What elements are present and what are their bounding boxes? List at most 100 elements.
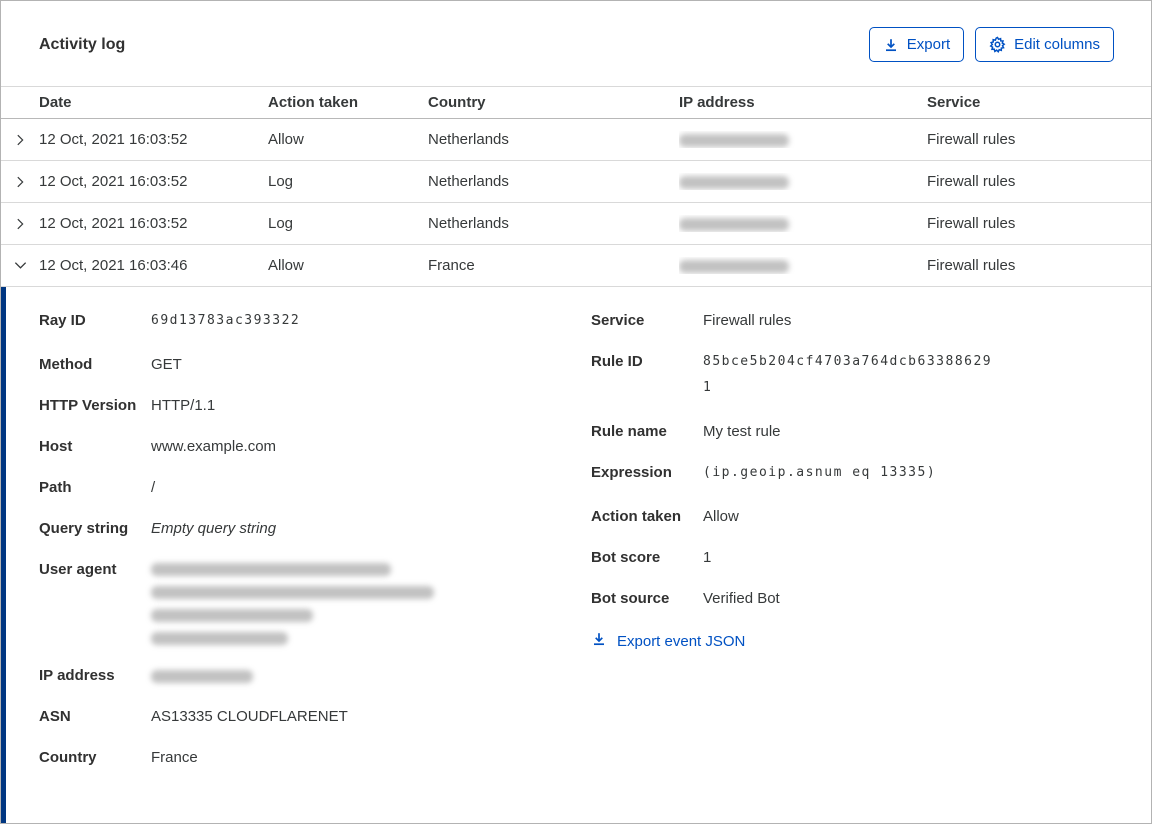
field-ip-address: IP address xyxy=(39,666,591,686)
cell-service: Firewall rules xyxy=(927,215,1016,232)
field-value: HTTP/1.1 xyxy=(151,397,216,414)
cell-country: Netherlands xyxy=(428,131,509,148)
cell-date: 12 Oct, 2021 16:03:52 xyxy=(39,173,188,190)
export-event-json-label: Export event JSON xyxy=(617,632,746,650)
cell-date: 12 Oct, 2021 16:03:52 xyxy=(39,131,188,148)
cell-date: 12 Oct, 2021 16:03:46 xyxy=(39,257,188,274)
field-value: France xyxy=(151,749,198,766)
field-country: Country France xyxy=(39,748,591,768)
download-icon xyxy=(591,631,607,651)
gear-icon xyxy=(989,36,1006,53)
field-label: Bot source xyxy=(591,590,670,607)
field-path: Path / xyxy=(39,478,591,498)
detail-left-column: Ray ID 69d13783ac393322 Method GET HTTP … xyxy=(39,311,591,789)
field-value: www.example.com xyxy=(151,438,277,455)
field-rule-name: Rule name My test rule xyxy=(591,422,1151,442)
cell-ip-address xyxy=(679,173,927,190)
column-header-service: Service xyxy=(927,94,981,111)
field-label: IP address xyxy=(39,667,115,684)
field-asn: ASN AS13335 CLOUDFLARENET xyxy=(39,707,591,727)
chevron-right-icon[interactable] xyxy=(1,133,39,147)
chevron-right-icon[interactable] xyxy=(1,217,39,231)
redacted-line xyxy=(151,609,313,622)
field-value: AS13335 CLOUDFLARENET xyxy=(151,708,348,725)
chevron-right-icon[interactable] xyxy=(1,175,39,189)
download-icon xyxy=(883,37,899,53)
field-rule-id: Rule ID 85bce5b204cf4703a764dcb633886291 xyxy=(591,352,1151,401)
field-label: Rule ID xyxy=(591,353,643,370)
field-value: Verified Bot xyxy=(703,590,780,607)
column-header-date: Date xyxy=(39,94,72,111)
table-row-expanded[interactable]: 12 Oct, 2021 16:03:46 Allow France Firew… xyxy=(1,245,1151,287)
cell-ip-address xyxy=(679,257,927,274)
detail-right-column: Service Firewall rules Rule ID 85bce5b20… xyxy=(591,311,1151,789)
field-label: Bot score xyxy=(591,549,661,566)
activity-log-panel: Activity log Export Edit columns Date Ac… xyxy=(0,0,1152,824)
redacted-line xyxy=(151,563,391,576)
topbar: Activity log Export Edit columns xyxy=(1,1,1151,86)
field-ray-id: Ray ID 69d13783ac393322 xyxy=(39,311,591,334)
cell-service: Firewall rules xyxy=(927,173,1016,190)
field-value: Firewall rules xyxy=(703,312,792,329)
table-header: Date Action taken Country IP address Ser… xyxy=(1,86,1151,119)
table-row[interactable]: 12 Oct, 2021 16:03:52 Log Netherlands Fi… xyxy=(1,203,1151,245)
column-header-action-taken: Action taken xyxy=(268,94,359,111)
field-label: Rule name xyxy=(591,423,667,440)
field-label: ASN xyxy=(39,708,71,725)
field-value: 69d13783ac393322 xyxy=(151,313,301,328)
export-button-label: Export xyxy=(906,36,951,53)
edit-columns-button[interactable]: Edit columns xyxy=(975,27,1114,62)
cell-country: France xyxy=(428,257,475,274)
field-user-agent: User agent xyxy=(39,560,591,645)
field-value: 1 xyxy=(703,549,712,566)
table-row[interactable]: 12 Oct, 2021 16:03:52 Log Netherlands Fi… xyxy=(1,161,1151,203)
cell-country: Netherlands xyxy=(428,173,509,190)
field-label: Path xyxy=(39,479,72,496)
cell-ip-address xyxy=(679,215,927,232)
redacted-line xyxy=(151,586,434,599)
redacted-user-agent xyxy=(151,560,591,645)
export-button[interactable]: Export xyxy=(868,27,965,62)
field-http-version: HTTP Version HTTP/1.1 xyxy=(39,396,591,416)
cell-action-taken: Allow xyxy=(268,257,304,274)
field-value: (ip.geoip.asnum eq 13335) xyxy=(703,465,937,480)
field-query-string: Query string Empty query string xyxy=(39,519,591,539)
redacted-ip xyxy=(679,217,789,231)
redacted-ip xyxy=(679,259,789,273)
field-value: / xyxy=(151,479,156,496)
table-row[interactable]: 12 Oct, 2021 16:03:52 Allow Netherlands … xyxy=(1,119,1151,161)
cell-action-taken: Allow xyxy=(268,131,304,148)
field-label: Method xyxy=(39,356,93,373)
field-service: Service Firewall rules xyxy=(591,311,1151,331)
redacted-line xyxy=(151,632,288,645)
field-method: Method GET xyxy=(39,355,591,375)
field-label: Action taken xyxy=(591,508,682,525)
column-header-ip-address: IP address xyxy=(679,94,755,111)
edit-columns-button-label: Edit columns xyxy=(1014,36,1100,53)
column-header-country: Country xyxy=(428,94,486,111)
field-value: Allow xyxy=(703,508,739,525)
field-label: HTTP Version xyxy=(39,397,137,414)
cell-date: 12 Oct, 2021 16:03:52 xyxy=(39,215,188,232)
export-event-json-link[interactable]: Export event JSON xyxy=(591,631,745,651)
cell-country: Netherlands xyxy=(428,215,509,232)
field-bot-source: Bot source Verified Bot xyxy=(591,589,1151,609)
field-label: Ray ID xyxy=(39,312,86,329)
cell-service: Firewall rules xyxy=(927,257,1016,274)
field-value: 85bce5b204cf4703a764dcb633886291 xyxy=(703,354,993,395)
page-title: Activity log xyxy=(39,35,126,53)
field-action-taken: Action taken Allow xyxy=(591,507,1151,527)
field-expression: Expression (ip.geoip.asnum eq 13335) xyxy=(591,463,1151,486)
field-label: User agent xyxy=(39,561,117,578)
field-label: Expression xyxy=(591,464,672,481)
field-label: Host xyxy=(39,438,73,455)
redacted-ip xyxy=(679,175,789,189)
field-value: Empty query string xyxy=(151,520,277,537)
cell-action-taken: Log xyxy=(268,173,294,190)
chevron-down-icon[interactable] xyxy=(1,258,39,273)
field-label: Service xyxy=(591,312,645,329)
field-label: Query string xyxy=(39,520,129,537)
cell-action-taken: Log xyxy=(268,215,294,232)
cell-service: Firewall rules xyxy=(927,131,1016,148)
cell-ip-address xyxy=(679,131,927,148)
